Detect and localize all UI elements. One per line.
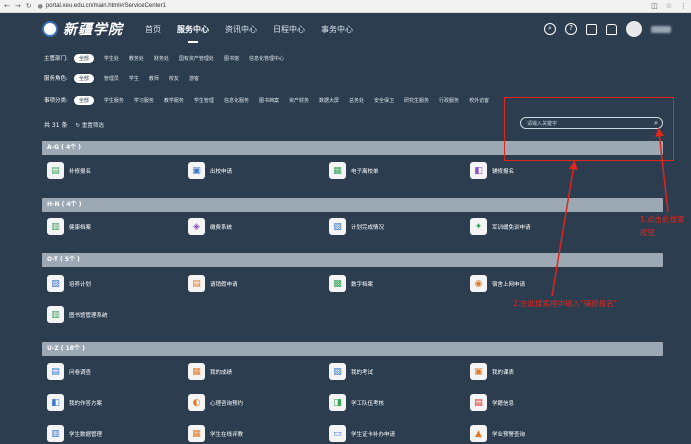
annotation-step1b: 按钮 [640, 228, 655, 237]
annotation-step2: 2.在此搜索框中输入"辅修报名" [513, 299, 618, 308]
arrow-to-search-icon [655, 127, 669, 213]
annotation-arrows [551, 127, 669, 297]
annotation-step1: 1.点击此搜索 [640, 215, 685, 224]
arrow-to-search-box [551, 160, 578, 297]
